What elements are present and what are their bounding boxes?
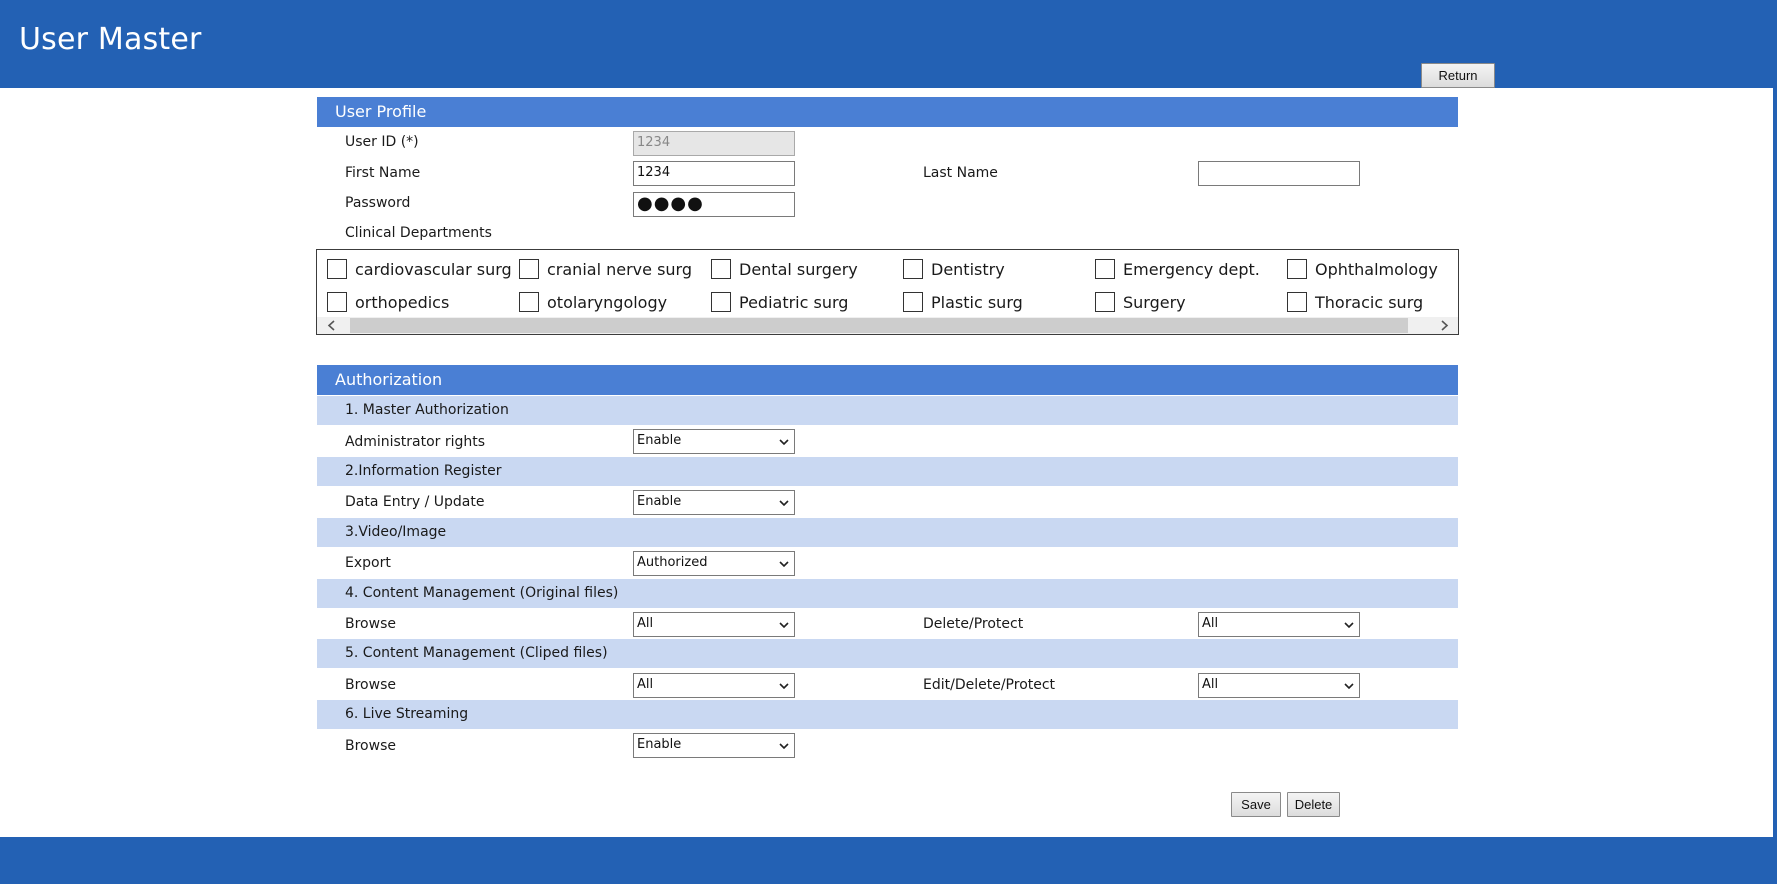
department-checkbox-item[interactable]: Ophthalmology <box>1287 257 1438 281</box>
page-title: User Master <box>19 22 202 57</box>
content-management-cliped-subheader: 5. Content Management (Cliped files) <box>317 639 1458 668</box>
department-label: Thoracic surg <box>1315 292 1424 312</box>
live-streaming-subheader: 6. Live Streaming <box>317 700 1458 729</box>
user-master-page: User Master Return User Profile User ID … <box>0 0 1777 884</box>
checkbox[interactable] <box>327 292 347 312</box>
department-label: Dental surgery <box>739 259 858 279</box>
data-entry-update-select[interactable]: Enable <box>633 490 795 515</box>
scrollbar-thumb[interactable] <box>350 318 1408 333</box>
department-label: Emergency dept. <box>1123 259 1260 279</box>
browse-cliped-select[interactable]: All <box>633 673 795 698</box>
return-button[interactable]: Return <box>1421 63 1495 88</box>
select-value: Enable <box>637 737 682 752</box>
department-label: Dentistry <box>931 259 1005 279</box>
department-checkbox-item[interactable]: Surgery <box>1095 290 1186 314</box>
checkbox[interactable] <box>1095 259 1115 279</box>
department-checkbox-item[interactable]: Dentistry <box>903 257 1005 281</box>
department-checkbox-item[interactable]: Emergency dept. <box>1095 257 1260 281</box>
department-label: Ophthalmology <box>1315 259 1438 279</box>
chevron-down-icon <box>779 743 789 750</box>
department-label: Pediatric surg <box>739 292 849 312</box>
chevron-down-icon <box>1344 683 1354 690</box>
department-checkbox-item[interactable]: cranial nerve surg <box>519 257 692 281</box>
content-management-original-subheader: 4. Content Management (Original files) <box>317 579 1458 608</box>
department-label: otolaryngology <box>547 292 668 312</box>
department-checkbox-item[interactable]: otolaryngology <box>519 290 667 314</box>
checkbox[interactable] <box>519 259 539 279</box>
user-profile-header: User Profile <box>317 97 1458 127</box>
department-checkbox-item[interactable]: Pediatric surg <box>711 290 848 314</box>
checkbox[interactable] <box>1095 292 1115 312</box>
department-checkbox-item[interactable]: Thoracic surg <box>1287 290 1423 314</box>
edit-delete-protect-label: Edit/Delete/Protect <box>923 677 1056 693</box>
first-name-field[interactable]: 1234 <box>633 161 795 186</box>
export-select[interactable]: Authorized <box>633 551 795 576</box>
last-name-label: Last Name <box>923 165 998 181</box>
select-value: Authorized <box>637 555 708 570</box>
checkbox[interactable] <box>519 292 539 312</box>
department-label: cardiovascular surg <box>355 259 512 279</box>
department-label: orthopedics <box>355 292 450 312</box>
administrator-rights-select[interactable]: Enable <box>633 429 795 454</box>
header-bar: User Master <box>0 0 1777 88</box>
checkbox[interactable] <box>327 259 347 279</box>
password-label: Password <box>345 195 411 211</box>
department-checkbox-item[interactable]: Dental surgery <box>711 257 858 281</box>
department-checkbox-item[interactable]: orthopedics <box>327 290 449 314</box>
department-label: Plastic surg <box>931 292 1023 312</box>
clinical-departments-list: cardiovascular surg cranial nerve surg D… <box>316 249 1459 335</box>
department-checkbox-item[interactable]: cardiovascular surg <box>327 257 512 281</box>
checkbox[interactable] <box>711 259 731 279</box>
select-value: All <box>637 677 654 692</box>
footer-bar <box>0 837 1777 884</box>
scroll-left-icon[interactable] <box>325 319 339 332</box>
chevron-down-icon <box>779 500 789 507</box>
chevron-down-icon <box>779 561 789 568</box>
save-button[interactable]: Save <box>1231 792 1281 817</box>
administrator-rights-label: Administrator rights <box>345 434 486 450</box>
browse-original-label: Browse <box>345 616 396 632</box>
department-label: Surgery <box>1123 292 1186 312</box>
information-register-subheader: 2.Information Register <box>317 457 1458 486</box>
right-edge-strip <box>1773 0 1777 884</box>
last-name-field[interactable] <box>1198 161 1360 186</box>
video-image-subheader: 3.Video/Image <box>317 518 1458 547</box>
authorization-header: Authorization <box>317 365 1458 395</box>
scroll-right-icon[interactable] <box>1437 319 1451 332</box>
department-label: cranial nerve surg <box>547 259 692 279</box>
checkbox[interactable] <box>903 292 923 312</box>
password-field[interactable]: ●●●● <box>633 192 795 217</box>
browse-live-select[interactable]: Enable <box>633 733 795 758</box>
horizontal-scrollbar[interactable] <box>317 317 1458 334</box>
user-id-label: User ID (*) <box>345 134 419 150</box>
delete-protect-select[interactable]: All <box>1198 612 1360 637</box>
chevron-down-icon <box>1344 622 1354 629</box>
browse-cliped-label: Browse <box>345 677 396 693</box>
clinical-departments-label: Clinical Departments <box>345 225 492 241</box>
chevron-down-icon <box>779 683 789 690</box>
checkbox[interactable] <box>1287 292 1307 312</box>
checkbox[interactable] <box>1287 259 1307 279</box>
select-value: All <box>1202 616 1219 631</box>
browse-original-select[interactable]: All <box>633 612 795 637</box>
edit-delete-protect-select[interactable]: All <box>1198 673 1360 698</box>
checkbox[interactable] <box>711 292 731 312</box>
checkbox[interactable] <box>903 259 923 279</box>
master-authorization-subheader: 1. Master Authorization <box>317 396 1458 425</box>
delete-protect-label: Delete/Protect <box>923 616 1024 632</box>
export-label: Export <box>345 555 391 571</box>
select-value: Enable <box>637 433 682 448</box>
data-entry-update-label: Data Entry / Update <box>345 494 485 510</box>
select-value: All <box>637 616 654 631</box>
first-name-label: First Name <box>345 165 421 181</box>
user-id-field: 1234 <box>633 131 795 156</box>
delete-button[interactable]: Delete <box>1287 792 1340 817</box>
select-value: All <box>1202 677 1219 692</box>
chevron-down-icon <box>779 439 789 446</box>
chevron-down-icon <box>779 622 789 629</box>
select-value: Enable <box>637 494 682 509</box>
browse-live-label: Browse <box>345 738 396 754</box>
department-checkbox-item[interactable]: Plastic surg <box>903 290 1023 314</box>
